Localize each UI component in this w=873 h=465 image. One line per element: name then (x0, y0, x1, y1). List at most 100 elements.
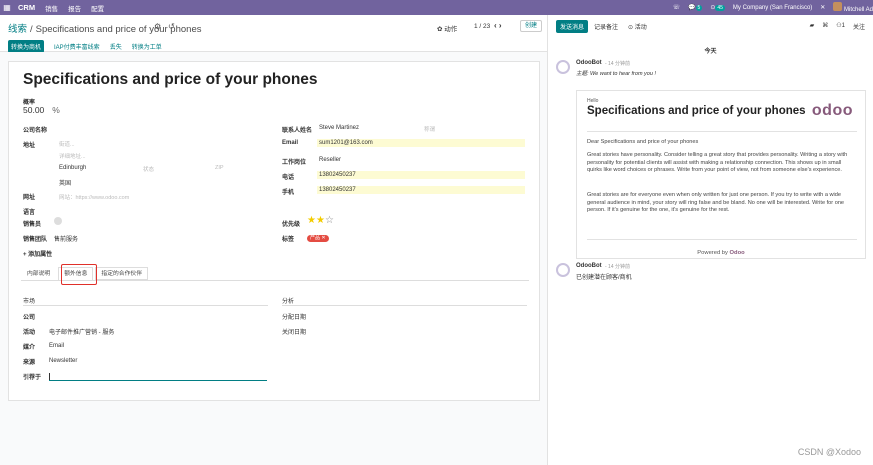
tags-label: 标签 (282, 237, 295, 243)
iap-enrich-button[interactable]: IAP付费丰富线索 (54, 42, 100, 51)
street-input[interactable]: 街道... (59, 140, 75, 148)
follow-button[interactable]: 关注 (853, 22, 865, 31)
priority-stars[interactable]: ★★☆ (307, 215, 334, 226)
source-input[interactable]: Newsletter (49, 358, 77, 364)
pager-arrows[interactable]: ‹ › (494, 21, 502, 30)
salesperson-avatar[interactable] (54, 217, 62, 225)
odoobot-avatar (556, 263, 570, 277)
menu-sales[interactable]: 销售 (45, 3, 58, 13)
language-label: 语言 (23, 210, 36, 216)
job-input[interactable]: Reseller (319, 157, 341, 163)
chevron-right-icon[interactable]: › (499, 21, 502, 30)
contact-name-label: 联系人姓名 (282, 128, 313, 134)
referred-label: 引荐于 (23, 375, 42, 381)
powered-prefix: Powered by (697, 250, 728, 256)
chat-icon[interactable]: 💬 5 (688, 4, 703, 11)
user-menu[interactable]: Mitchell Ad (833, 2, 873, 13)
tab-internal-notes[interactable]: 内部说明 (21, 267, 56, 280)
gear-icon[interactable]: ⚙ (154, 22, 161, 31)
priority-label: 优先级 (282, 222, 301, 228)
actions-dropdown[interactable]: ✿ 动作 (437, 23, 457, 33)
menu-config[interactable]: 配置 (91, 3, 104, 13)
activities-button[interactable]: ⊙ 活动 (624, 20, 651, 33)
create-button[interactable]: 创建 (520, 20, 542, 32)
convert-ticket-button[interactable]: 转换为工单 (132, 42, 162, 51)
chevron-left-icon[interactable]: ‹ (494, 21, 497, 30)
clock-icon[interactable]: ⊙ 45 (710, 4, 725, 11)
country-input[interactable]: 英国 (59, 178, 71, 187)
company-switcher[interactable]: My Company (San Francisco) (733, 5, 812, 11)
date-separator: 今天 (704, 49, 717, 55)
divider (587, 131, 857, 132)
extra-company-label: 公司 (23, 315, 36, 321)
zip-input[interactable]: ZIP (215, 165, 224, 171)
star-icon[interactable]: ★ (316, 215, 325, 226)
email-paragraph: Dear Specifications and price of your ph… (587, 139, 699, 145)
phone-icon[interactable]: ☏ (673, 4, 681, 11)
apps-menu-icon[interactable]: ▦ (0, 3, 14, 12)
address-label: 地址 (23, 143, 36, 149)
chatter-icons: ▰ ⌘ ⚇1 关注 (810, 22, 865, 31)
lost-button[interactable]: 丢失 (110, 42, 122, 51)
undo-icon[interactable]: ↺ (168, 22, 175, 31)
city-input[interactable]: Edinburgh (59, 165, 86, 171)
chat-badge: 5 (695, 5, 703, 11)
tag-chip[interactable]: 产品 ✕ (307, 235, 329, 242)
phone-label: 电话 (282, 175, 295, 181)
send-message-button[interactable]: 发送消息 (556, 20, 589, 33)
email-paragraph: Great stories have personality. Consider… (587, 152, 848, 174)
chatter-topbar: 发送消息 记录备注 ⊙ 活动 (556, 20, 651, 33)
phone-field[interactable]: 13802450237 (317, 171, 525, 179)
pager-value[interactable]: 1 / 23 (474, 23, 490, 30)
breadcrumb-sep: / (30, 24, 33, 35)
medium-label: 媒介 (23, 345, 36, 351)
star-empty-icon[interactable]: ☆ (325, 215, 334, 226)
probability-value[interactable]: 50.00 (23, 105, 44, 115)
divider (587, 239, 857, 240)
powered-brand[interactable]: Odoo (730, 250, 745, 256)
contact-title-input[interactable]: 称谓 (424, 125, 435, 133)
probability-unit: % (52, 105, 60, 115)
email-field[interactable]: sum1201@163.com (317, 139, 525, 147)
lead-title-input[interactable]: Specifications and price of your phones (23, 71, 318, 89)
notebook-tabs: 内部说明 额外信息 指定的合作伙伴 (21, 267, 529, 281)
campaign-input[interactable]: 电子邮件推广营销 - 服务 (49, 327, 114, 336)
debug-icon[interactable]: ✕ (820, 4, 825, 11)
company-label: 公司名称 (23, 128, 48, 134)
probability-field[interactable]: 50.00% (23, 105, 60, 115)
street2-input[interactable]: 详细地址... (59, 152, 86, 160)
job-label: 工作岗位 (282, 160, 307, 166)
mobile-field[interactable]: 13802450237 (317, 186, 525, 194)
attachment-icon[interactable]: ⌘ (822, 22, 828, 31)
message-date: - 14 分钟前 (605, 61, 631, 67)
state-input[interactable]: 状态 (143, 165, 154, 173)
app-name[interactable]: CRM (18, 3, 35, 12)
contact-name-input[interactable]: Steve Martinez (319, 125, 359, 131)
tab-assigned-partner[interactable]: 指定的合作伙伴 (95, 267, 148, 280)
powered-by: Powered by Odoo (576, 250, 866, 256)
message-date: - 14 分钟前 (605, 264, 631, 270)
avatar (833, 2, 843, 11)
menu-reports[interactable]: 报告 (68, 3, 81, 13)
referred-input[interactable] (49, 380, 267, 381)
medium-input[interactable]: Email (49, 343, 64, 349)
divider (23, 305, 268, 306)
followers-button[interactable]: ⚇1 (836, 22, 845, 31)
control-panel: 线索 / Specifications and price of your phon… (0, 15, 547, 53)
add-property-button[interactable]: + 添加属性 (23, 249, 52, 258)
user-name: Mitchell Ad (843, 7, 873, 13)
search-icon[interactable]: ▰ (810, 22, 815, 31)
close-date-label: 关闭日期 (282, 330, 307, 336)
activity-badge: 45 (715, 5, 725, 11)
website-input[interactable]: 网站：https://www.odoo.com (59, 193, 129, 201)
form-sheet: Specifications and price of your phones … (8, 61, 540, 401)
message-author: OdooBot (576, 60, 602, 66)
log-note-button[interactable]: 记录备注 (590, 20, 622, 33)
salesteam-input[interactable]: 售前服务 (54, 234, 78, 243)
star-icon[interactable]: ★ (307, 215, 316, 226)
divider (282, 305, 527, 306)
breadcrumb-current: Specifications and price of your phones (35, 24, 202, 35)
message-subject: 主题: We want to hear from you ! (576, 71, 656, 77)
breadcrumb-root[interactable]: 线索 (8, 24, 27, 35)
odoo-logo: odoo (811, 102, 853, 119)
